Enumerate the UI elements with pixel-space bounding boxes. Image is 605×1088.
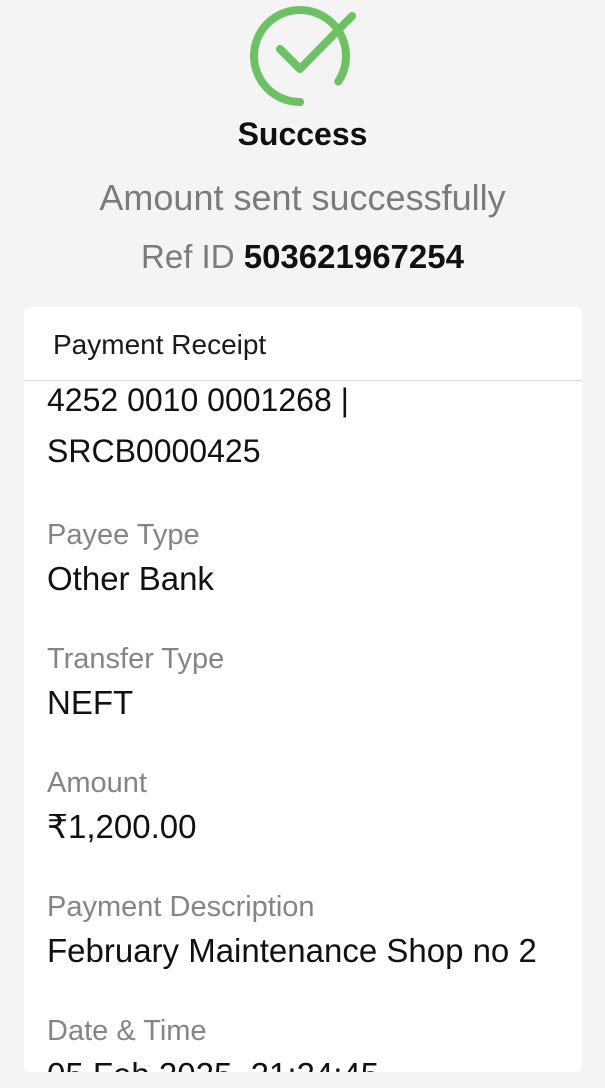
field-label: Payment Description	[47, 891, 315, 923]
field-label: Payee Type	[47, 519, 200, 551]
status-message: Amount sent successfully	[99, 177, 506, 218]
ref-id-label: Ref ID	[141, 238, 235, 275]
receipt-title: Payment Receipt	[53, 329, 267, 360]
field-label: Transfer Type	[47, 643, 225, 675]
ref-id-value: 503621967254	[243, 238, 464, 275]
payee-ifsc: SRCB0000425	[47, 433, 261, 469]
field-value: Other Bank	[47, 560, 214, 597]
field-value: February Maintenance Shop no 2	[47, 932, 537, 969]
ref-id-line: Ref ID 503621967254	[0, 238, 605, 276]
check-circle-icon	[250, 6, 356, 106]
field-value: ₹1,200.00	[47, 808, 197, 845]
status-title: Success	[237, 116, 368, 152]
field-label: Amount	[47, 767, 147, 799]
payment-description-field: Payment Description February Maintenance…	[47, 889, 577, 973]
transfer-type-field: Transfer Type NEFT	[47, 641, 577, 725]
field-label: Date & Time	[47, 1015, 207, 1047]
field-value: 05 Feb 2025, 21:24:45	[47, 1052, 577, 1072]
date-time-field: Date & Time 05 Feb 2025, 21:24:45	[47, 1013, 577, 1072]
payment-receipt-card[interactable]: Payment Receipt 4252 0010 0001268 | SRCB…	[24, 307, 582, 1072]
receipt-header: Payment Receipt	[24, 307, 582, 381]
amount-field: Amount ₹1,200.00	[47, 765, 577, 849]
field-value: NEFT	[47, 684, 134, 721]
receipt-details: 4252 0010 0001268 | SRCB0000425 Payee Ty…	[47, 373, 577, 1072]
payee-account-details: 4252 0010 0001268 | SRCB0000425	[47, 375, 577, 477]
payee-account-number: 4252 0010 0001268 |	[47, 382, 349, 418]
payee-type-field: Payee Type Other Bank	[47, 517, 577, 601]
